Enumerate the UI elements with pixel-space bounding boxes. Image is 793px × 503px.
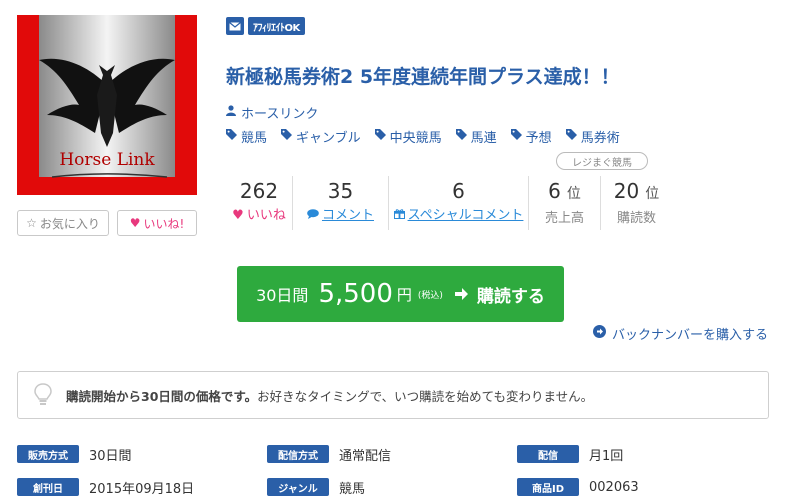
special-comments-count: 6 [452,179,465,203]
meta-label: ジャンル [267,478,329,496]
mail-icon [226,17,244,35]
tag-label: 馬連 [470,131,497,146]
meta-value: 2015年09月18日 [89,481,195,497]
logo-text: Horse Link [59,150,155,170]
comments-count: 35 [327,179,354,203]
like-label: いいね! [143,216,185,231]
tag-item[interactable]: 馬連 [455,127,497,146]
author-link[interactable]: ホースリンク [226,103,318,122]
meta-label: 創刊日 [17,478,79,496]
meta-product-id: 商品ID 002063 [517,477,767,497]
tag-item[interactable]: 予想 [510,127,552,146]
subscriber-rank-unit: 位 [645,186,660,202]
sales-rank-value: 6位 [548,176,581,209]
subscriber-rank-value: 20 位 [614,176,659,209]
tag-item[interactable]: 中央競馬 [374,127,442,146]
badges: ｱﾌｨﾘｴｲﾄOK [226,17,305,35]
star-icon: ☆ [26,216,37,230]
favorite-button[interactable]: ☆ お気に入り [17,210,109,236]
backnumber-link[interactable]: バックナンバーを購入する [592,324,768,343]
special-comments-label-text: スペシャルコメント [407,208,524,223]
product-meta: 販売方式 30日間 配信方式 通常配信 配信 月1回 創刊日 2015年09月1… [17,444,777,503]
comments-link[interactable]: コメント [307,206,374,226]
subscription-period: 30日間 [256,286,309,305]
like-button[interactable]: ♥ いいね! [117,210,197,236]
meta-value: 月1回 [589,448,624,464]
meta-label: 商品ID [517,478,579,496]
meta-delivery-frequency: 配信 月1回 [517,444,767,464]
gift-icon [393,206,405,226]
backnumber-label: バックナンバーを購入する [611,328,768,343]
affiliate-badge: ｱﾌｨﾘｴｲﾄOK [248,17,305,35]
speech-bubble-icon [307,206,319,226]
ranking-category-pill[interactable]: レジまぐ競馬 [556,152,648,170]
tag-label: 競馬 [241,131,268,146]
meta-launch-date: 創刊日 2015年09月18日 [17,477,267,497]
sales-rank-label: 売上高 [544,211,584,226]
subscriber-rank-stat: 20 位 購読数 [600,176,672,230]
favorite-label: お気に入り [39,216,100,231]
subscriber-rank-number: 20 [613,179,640,203]
tag-icon [281,129,293,144]
likes-label: ♥ いいね [232,206,286,226]
heart-icon: ♥ [232,208,244,223]
product-thumbnail: Horse Link [17,15,197,195]
product-title[interactable]: 新極秘馬券術2 5年度連続年間プラス達成！！ [226,62,620,89]
circle-arrow-right-icon [592,325,606,342]
tag-icon [226,129,237,144]
tag-label: 中央競馬 [389,131,442,146]
meta-row: 販売方式 30日間 配信方式 通常配信 配信 月1回 [17,444,777,464]
comments-stat[interactable]: 35 コメント [292,176,388,230]
likes-count: 262 [239,179,279,203]
meta-value: 002063 [589,479,639,495]
comments-label-text: コメント [321,208,374,223]
price-info-box: 購読開始から30日間の価格です。 お好きなタイミングで、いつ購読を始めても変わり… [17,371,769,419]
sales-rank-unit: 位 [566,186,581,202]
tag-item[interactable]: 競馬 [226,127,267,146]
tag-list: 競馬 ギャンブル 中央競馬 馬連 予想 馬券術 [226,127,620,146]
tag-label: ギャンブル [296,131,361,146]
arrow-right-icon [453,286,469,302]
tag-item[interactable]: ギャンブル [281,127,361,146]
special-comments-link[interactable]: スペシャルコメント [393,206,524,226]
lightbulb-icon [34,383,52,407]
tag-label: 予想 [525,131,552,146]
info-bold-text: 購読開始から30日間の価格です。 [66,388,258,404]
sales-rank-number: 6 [548,179,561,203]
user-icon [226,105,236,120]
price-value: 5,500 [318,279,393,309]
tag-icon [455,129,467,144]
tax-note: (税込) [417,290,443,301]
likes-label-text: いいね [246,208,286,223]
meta-sales-method: 販売方式 30日間 [17,444,267,464]
sales-rank-stat: 6位 売上高 [528,176,600,230]
meta-value: 30日間 [89,448,132,464]
subscribe-label: 購読する [476,286,545,307]
currency-unit: 円 [396,285,412,304]
subscribe-button[interactable]: 30日間 5,500 円 (税込) 購読する [237,266,564,322]
stats-bar: 262 ♥ いいね 35 コメント 6 スペシャルコメント 6位 売上高 20 位 … [226,176,672,230]
special-comments-stat[interactable]: 6 スペシャルコメント [388,176,528,230]
author-name: ホースリンク [241,107,319,122]
meta-value: 通常配信 [339,448,392,464]
tag-icon [374,129,386,144]
tag-label: 馬券術 [580,131,620,146]
subscriber-rank-label: 購読数 [616,211,656,226]
tag-icon [510,129,522,144]
meta-label: 配信方式 [267,445,329,463]
meta-value[interactable]: 競馬 [339,478,365,497]
tag-icon [565,129,577,144]
heart-icon: ♥ [129,216,141,230]
info-text: お好きなタイミングで、いつ購読を始めても変わりません。 [257,388,594,404]
tag-item[interactable]: 馬券術 [565,127,620,146]
meta-label: 配信 [517,445,579,463]
meta-row: 創刊日 2015年09月18日 ジャンル 競馬 商品ID 002063 [17,477,777,497]
meta-genre: ジャンル 競馬 [267,477,517,497]
meta-delivery-method: 配信方式 通常配信 [267,444,517,464]
likes-stat: 262 ♥ いいね [226,176,292,230]
meta-label: 販売方式 [17,445,79,463]
